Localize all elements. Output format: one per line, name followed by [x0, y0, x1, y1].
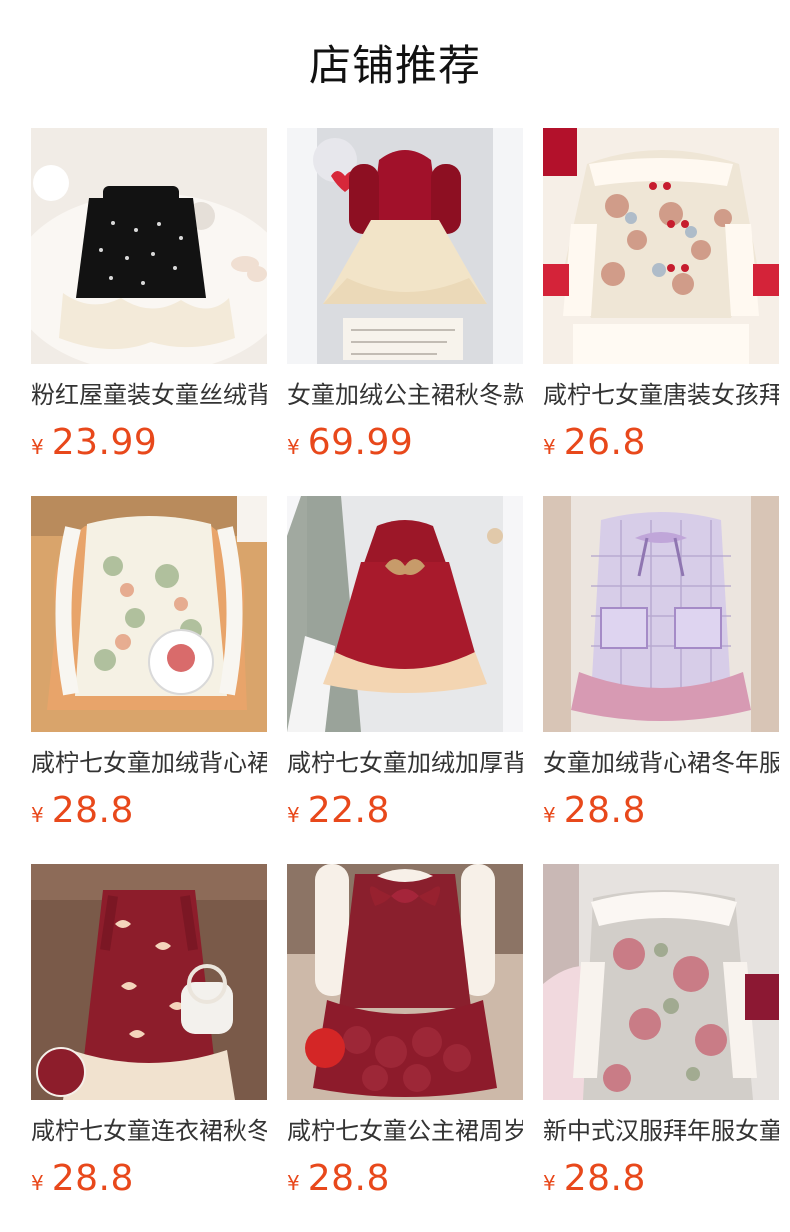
product-name[interactable]: 咸柠七女童唐装女孩拜年服 — [543, 378, 779, 412]
product-name[interactable]: 咸柠七女童公主裙周岁礼服 — [287, 1114, 523, 1148]
product-price: ¥ 28.8 — [287, 1156, 523, 1202]
product-name[interactable]: 咸柠七女童连衣裙秋冬款 — [31, 1114, 267, 1148]
price-amount: 28.8 — [563, 790, 646, 831]
rose-print-cheongsam-image — [543, 864, 779, 1100]
product-card[interactable]: 女童加绒公主裙秋冬款 ¥ 69.99 — [287, 128, 523, 464]
red-rose-dress-image — [287, 864, 523, 1100]
currency-symbol: ¥ — [543, 1171, 556, 1195]
currency-symbol: ¥ — [31, 435, 44, 459]
red-sequin-dress-image — [287, 496, 523, 732]
currency-symbol: ¥ — [31, 1171, 44, 1195]
product-card[interactable]: 咸柠七女童连衣裙秋冬款 ¥ 28.8 — [31, 864, 267, 1200]
floral-cheongsam-vest-image — [31, 496, 267, 732]
product-name[interactable]: 女童加绒公主裙秋冬款 — [287, 378, 523, 412]
currency-symbol: ¥ — [287, 435, 300, 459]
product-price: ¥ 28.8 — [543, 1156, 779, 1202]
product-price: ¥ 26.8 — [543, 420, 779, 466]
product-card[interactable]: 新中式汉服拜年服女童 ¥ 28.8 — [543, 864, 779, 1200]
floral-tang-jacket-image — [543, 128, 779, 364]
product-name[interactable]: 新中式汉服拜年服女童 — [543, 1114, 779, 1148]
currency-symbol: ¥ — [287, 803, 300, 827]
product-name[interactable]: 粉红屋童装女童丝绒背心裙 — [31, 378, 267, 412]
product-card[interactable]: 咸柠七女童公主裙周岁礼服 ¥ 28.8 — [287, 864, 523, 1200]
product-image[interactable] — [287, 496, 523, 732]
price-amount: 69.99 — [307, 422, 414, 463]
price-amount: 22.8 — [307, 790, 390, 831]
product-card[interactable]: 粉红屋童装女童丝绒背心裙 ¥ 23.99 — [31, 128, 267, 464]
product-image[interactable] — [31, 496, 267, 732]
product-name[interactable]: 咸柠七女童加绒加厚背心裙 — [287, 746, 523, 780]
price-amount: 28.8 — [51, 1158, 134, 1199]
product-image[interactable] — [543, 128, 779, 364]
red-tulle-dress-image — [287, 128, 523, 364]
product-image[interactable] — [31, 128, 267, 364]
product-card[interactable]: 咸柠七女童加绒加厚背心裙 ¥ 22.8 — [287, 496, 523, 832]
currency-symbol: ¥ — [31, 803, 44, 827]
black-velvet-dress-image — [31, 128, 267, 364]
product-price: ¥ 28.8 — [31, 788, 267, 834]
red-bow-tweed-dress-image — [31, 864, 267, 1100]
price-amount: 28.8 — [563, 1158, 646, 1199]
product-image[interactable] — [543, 496, 779, 732]
product-name[interactable]: 女童加绒背心裙冬年服 — [543, 746, 779, 780]
purple-tweed-vest-dress-image — [543, 496, 779, 732]
product-price: ¥ 69.99 — [287, 420, 523, 466]
product-image[interactable] — [287, 864, 523, 1100]
product-card[interactable]: 女童加绒背心裙冬年服 ¥ 28.8 — [543, 496, 779, 832]
currency-symbol: ¥ — [543, 803, 556, 827]
price-amount: 26.8 — [563, 422, 646, 463]
product-name[interactable]: 咸柠七女童加绒背心裙 — [31, 746, 267, 780]
price-amount: 28.8 — [51, 790, 134, 831]
price-amount: 28.8 — [307, 1158, 390, 1199]
currency-symbol: ¥ — [287, 1171, 300, 1195]
product-image[interactable] — [31, 864, 267, 1100]
product-price: ¥ 23.99 — [31, 420, 267, 466]
product-image[interactable] — [543, 864, 779, 1100]
product-image[interactable] — [287, 128, 523, 364]
product-price: ¥ 22.8 — [287, 788, 523, 834]
currency-symbol: ¥ — [543, 435, 556, 459]
store-recommendations-page: 店铺推荐 粉红屋童装女童丝绒背 ¥ 23.99 女童加绒公主裙秋冬款 ¥ 69.… — [0, 0, 790, 1232]
product-card[interactable]: 咸柠七女童唐装女孩拜年服 ¥ 26.8 — [543, 128, 779, 464]
price-amount: 23.99 — [51, 422, 158, 463]
section-title: 店铺推荐 — [308, 41, 481, 90]
product-card[interactable]: 咸柠七女童加绒背心裙 ¥ 28.8 — [31, 496, 267, 832]
product-price: ¥ 28.8 — [543, 788, 779, 834]
product-price: ¥ 28.8 — [31, 1156, 267, 1202]
product-grid: 粉红屋童装女童丝绒背心裙 ¥ 23.99 — [31, 128, 779, 1200]
